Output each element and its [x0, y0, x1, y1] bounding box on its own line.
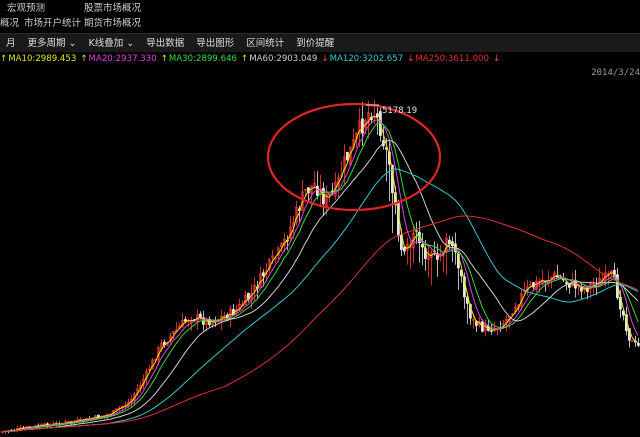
candle-body: [564, 282, 568, 284]
candle-body: [474, 321, 478, 326]
ma-legend-ma30: ↑MA30:2899.646: [161, 52, 237, 66]
candle-body: [360, 118, 364, 134]
ma-value-ma120: MA120:3202.657: [329, 54, 404, 64]
ma-legend-ma250: ↓MA250:3611.000: [407, 52, 489, 66]
ma250-trend-icon: ↓: [493, 54, 501, 64]
up-arrow-icon: ↑: [80, 54, 88, 64]
ma-legend-ma60: ↑MA60:2903.049: [241, 52, 317, 66]
ma-value-ma60: MA60:2903.049: [249, 54, 318, 64]
ma-value-ma10: MA10:2989.453: [8, 54, 77, 64]
export-chart-button[interactable]: 导出图形: [190, 35, 240, 53]
candle-body: [261, 272, 265, 277]
candle-body: [573, 279, 577, 289]
ma-value-ma30: MA30:2899.646: [168, 54, 238, 64]
top-menu: 宏观预测 股票市场概况 概况 市场开户统计 期货市场概况: [0, 0, 640, 33]
up-arrow-icon: ↑: [0, 54, 8, 64]
menu-account-stats[interactable]: 市场开户统计: [24, 18, 81, 30]
candle-body: [199, 313, 202, 318]
month-button[interactable]: 月: [0, 35, 22, 53]
range-stats-button[interactable]: 区间统计: [240, 35, 290, 53]
candle-body: [184, 319, 187, 322]
ma250-line: [1, 215, 639, 433]
candle-body: [315, 185, 319, 196]
candles: [0, 100, 640, 435]
candle-body: [489, 330, 493, 332]
moving-average-legend: ↑MA10:2989.453 ↑MA20:2937.330 ↑MA30:2899.6…: [0, 52, 640, 66]
up-arrow-icon: ↑: [160, 54, 168, 64]
candle-body: [567, 283, 571, 288]
ma-legend-ma10: ↑MA10:2989.453: [0, 52, 76, 66]
candle-body: [375, 113, 379, 118]
k-overlay-dropdown[interactable]: K线叠加 ⌄: [83, 35, 141, 53]
chart-toolbar: 月 更多周期 ⌄ K线叠加 ⌄ 导出数据 导出图形 区间统计 到价提醒: [0, 33, 640, 54]
candlestick-chart[interactable]: 5178.19: [0, 66, 640, 437]
down-arrow-icon: ↓: [321, 54, 329, 64]
up-arrow-icon: ↑: [241, 54, 249, 64]
down-arrow-icon: ↓: [407, 54, 415, 64]
menu-futures-market[interactable]: 期货市场概况: [84, 18, 141, 30]
candle-body: [402, 247, 406, 252]
ma60-line: [1, 139, 639, 433]
ma-value-ma250: MA250:3611.000: [415, 54, 489, 64]
ma-legend-ma20: ↑MA20:2937.330: [80, 52, 156, 66]
peak-price-label: 5178.19: [382, 106, 417, 116]
price-alert-button[interactable]: 到价提醒: [290, 35, 340, 53]
chart-canvas[interactable]: 5178.19: [0, 66, 640, 437]
ma120-line: [1, 168, 639, 433]
menu-overview[interactable]: 概况: [0, 18, 19, 30]
more-period-dropdown[interactable]: 更多周期 ⌄: [22, 35, 83, 53]
menu-stock-market[interactable]: 股票市场概况: [84, 3, 141, 15]
ma-legend-ma120: ↓MA120:3202.657: [321, 52, 403, 66]
ma-value-ma20: MA20:2937.330: [88, 54, 157, 64]
date-label: 2014/3/24: [591, 68, 640, 78]
export-data-button[interactable]: 导出数据: [140, 35, 190, 53]
menu-macro[interactable]: 宏观预测: [7, 3, 45, 15]
candle-body: [636, 343, 640, 346]
